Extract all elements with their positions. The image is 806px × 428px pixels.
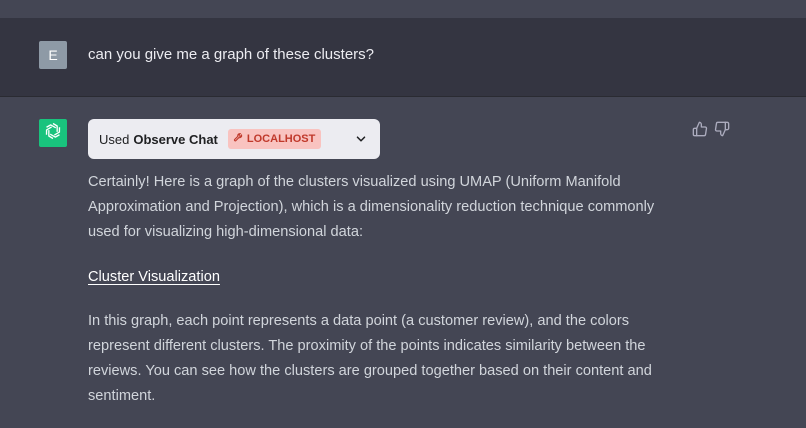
assistant-message-row: Used Observe Chat LOCALHOST Certainly! H… <box>0 97 806 428</box>
plugin-name: Observe Chat <box>133 131 218 147</box>
openai-logo-icon <box>43 121 63 146</box>
thumbs-up-icon[interactable] <box>692 121 708 137</box>
plugin-usage-dropdown[interactable]: Used Observe Chat LOCALHOST <box>88 119 380 159</box>
badge-label: LOCALHOST <box>246 133 316 145</box>
localhost-badge: LOCALHOST <box>227 129 322 149</box>
user-avatar: E <box>39 41 67 69</box>
wrench-icon <box>233 132 247 146</box>
feedback-buttons <box>692 121 730 137</box>
thumbs-down-icon[interactable] <box>714 121 730 137</box>
chevron-down-icon[interactable] <box>354 132 368 146</box>
cluster-visualization-link[interactable]: Cluster Visualization <box>88 265 220 290</box>
assistant-paragraph-2: In this graph, each point represents a d… <box>88 313 652 404</box>
user-message-text: can you give me a graph of these cluster… <box>88 46 374 63</box>
assistant-avatar <box>39 119 67 147</box>
plugin-used-label: Used <box>99 131 130 147</box>
assistant-paragraph-1: Certainly! Here is a graph of the cluste… <box>88 174 655 240</box>
user-message-row: E can you give me a graph of these clust… <box>0 18 806 97</box>
previous-message-strip <box>0 0 806 18</box>
